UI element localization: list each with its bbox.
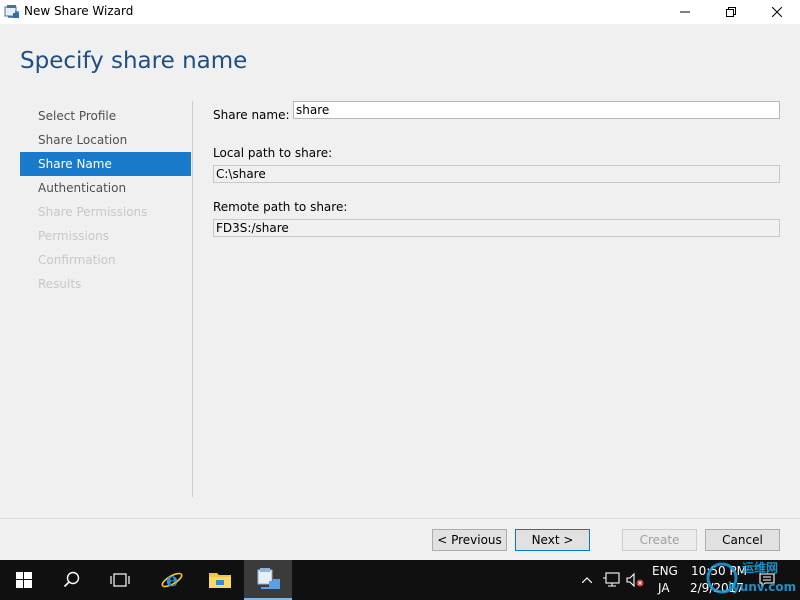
internet-explorer-icon: e bbox=[161, 569, 183, 591]
start-button[interactable] bbox=[0, 560, 48, 600]
new-share-wizard-window: New Share Wizard Specify share name Sele… bbox=[0, 0, 800, 560]
create-button: Create bbox=[622, 529, 697, 551]
windows-logo-icon bbox=[16, 572, 32, 588]
close-icon bbox=[772, 7, 782, 17]
wizard-content: Specify share name Select Profile Share … bbox=[0, 24, 800, 518]
chevron-up-icon bbox=[582, 577, 592, 583]
folder-icon bbox=[209, 573, 231, 588]
network-icon bbox=[603, 572, 620, 587]
restore-icon bbox=[726, 7, 736, 17]
next-button[interactable]: Next > bbox=[515, 529, 590, 551]
window-title: New Share Wizard bbox=[24, 4, 134, 18]
steps-divider bbox=[192, 101, 193, 497]
task-view-icon bbox=[110, 573, 130, 587]
input-language-sub[interactable]: JA bbox=[658, 581, 670, 595]
volume-button[interactable] bbox=[624, 560, 646, 600]
watermark-top-text: 运维网 bbox=[742, 560, 778, 575]
step-share-location[interactable]: Share Location bbox=[20, 128, 191, 152]
share-name-input[interactable] bbox=[293, 101, 780, 119]
step-select-profile[interactable]: Select Profile bbox=[20, 104, 191, 128]
step-share-permissions: Share Permissions bbox=[38, 205, 148, 219]
cancel-button[interactable]: Cancel bbox=[705, 529, 780, 551]
local-path-label: Local path to share: bbox=[213, 146, 333, 160]
volume-muted-icon bbox=[626, 572, 644, 588]
file-explorer-button[interactable] bbox=[196, 560, 244, 600]
remote-path-label: Remote path to share: bbox=[213, 200, 348, 214]
step-share-name[interactable]: Share Name bbox=[20, 152, 191, 176]
minimize-icon bbox=[680, 11, 690, 13]
watermark-logo: 运维网 iyunv.com bbox=[706, 560, 796, 594]
search-button[interactable] bbox=[48, 560, 96, 600]
step-results: Results bbox=[38, 277, 82, 291]
watermark-bottom-text: iyunv.com bbox=[728, 580, 796, 594]
share-wizard-app-icon bbox=[257, 568, 280, 589]
taskbar: e ENG JA 10:50 PM 2/9/2017 bbox=[0, 560, 800, 600]
remote-path-field[interactable] bbox=[213, 219, 780, 237]
step-confirmation: Confirmation bbox=[38, 253, 116, 267]
input-language-code[interactable]: ENG bbox=[652, 564, 678, 578]
page-title: Specify share name bbox=[20, 48, 248, 74]
close-button[interactable] bbox=[754, 0, 800, 24]
step-permissions: Permissions bbox=[38, 229, 109, 243]
title-bar[interactable]: New Share Wizard bbox=[0, 0, 800, 24]
task-view-button[interactable] bbox=[96, 560, 144, 600]
svg-text:e: e bbox=[166, 569, 178, 591]
network-button[interactable] bbox=[600, 560, 622, 600]
wizard-steps: Select Profile Share Location Share Name… bbox=[20, 104, 191, 296]
new-share-wizard-taskbar-button[interactable] bbox=[244, 560, 292, 600]
internet-explorer-button[interactable]: e bbox=[148, 560, 196, 600]
minimize-button[interactable] bbox=[662, 0, 708, 24]
wizard-footer: < Previous Next > Create Cancel bbox=[0, 518, 800, 560]
local-path-field[interactable] bbox=[213, 165, 780, 183]
share-wizard-app-icon bbox=[4, 4, 20, 20]
step-authentication[interactable]: Authentication bbox=[20, 176, 191, 200]
search-icon bbox=[63, 571, 80, 588]
restore-button[interactable] bbox=[708, 0, 754, 24]
show-hidden-icons-button[interactable] bbox=[577, 560, 597, 600]
share-name-label: Share name: bbox=[213, 108, 290, 122]
previous-button[interactable]: < Previous bbox=[432, 529, 507, 551]
